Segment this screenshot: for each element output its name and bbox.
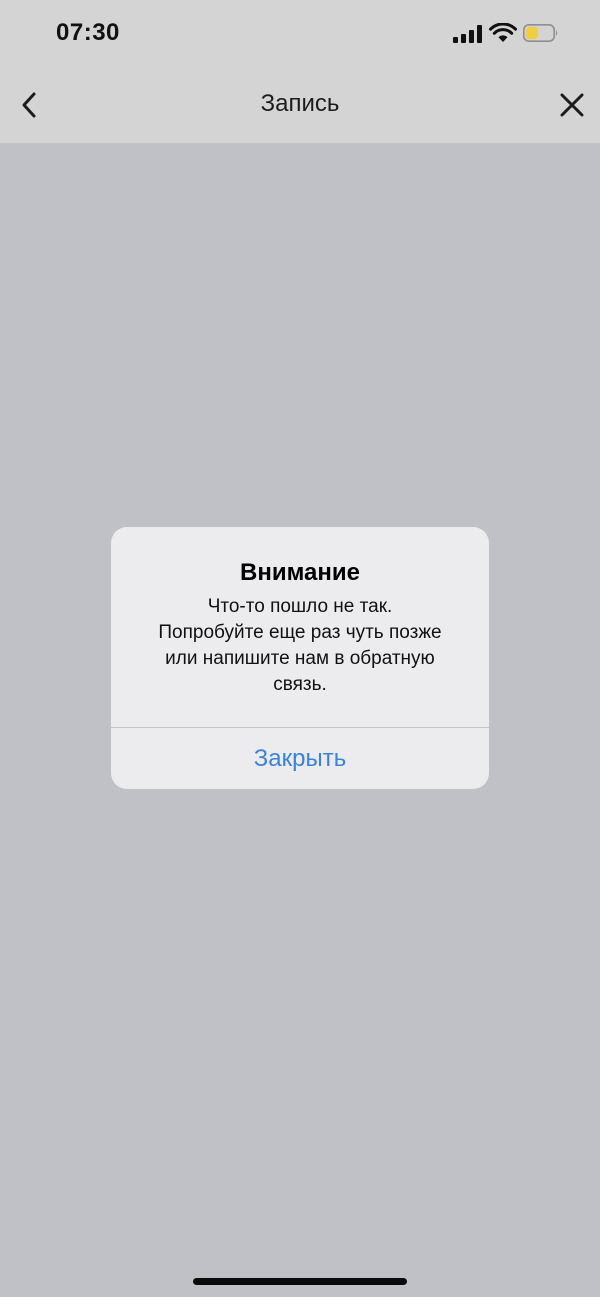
navigation-bar: Запись: [0, 66, 600, 143]
battery-icon: [523, 24, 558, 42]
top-header: 07:30 Запись: [0, 0, 600, 143]
alert-title: Внимание: [240, 559, 360, 586]
page-title: Запись: [260, 90, 340, 117]
status-bar: 07:30: [0, 0, 600, 66]
home-indicator[interactable]: [193, 1278, 407, 1285]
status-time: 07:30: [56, 19, 120, 46]
wifi-icon: [489, 23, 517, 42]
alert-dialog: Внимание Что-то пошло не так. Попробуйте…: [111, 527, 489, 789]
close-icon: [560, 93, 584, 117]
close-alert-button[interactable]: Закрыть: [111, 728, 489, 789]
alert-message: Что-то пошло не так. Попробуйте еще раз …: [158, 596, 442, 695]
cellular-signal-icon: [453, 25, 483, 43]
close-button[interactable]: [552, 86, 592, 124]
